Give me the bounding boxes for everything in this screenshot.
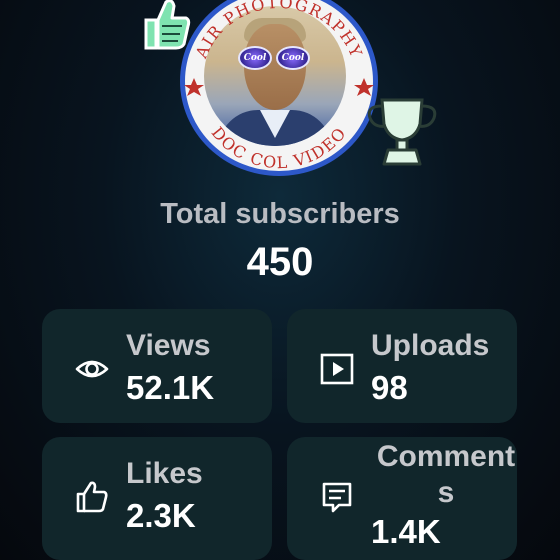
avatar-ring-text: AIR PHOTOGRAPHY DOC COL VIDEO (184, 0, 374, 172)
thumbs-up-icon (76, 481, 108, 513)
likes-card[interactable]: Likes 2.3K (42, 437, 272, 560)
trophy-sticker-icon (367, 98, 437, 166)
uploads-card[interactable]: Uploads 98 (287, 309, 517, 423)
svg-text:DOC COL VIDEO: DOC COL VIDEO (208, 123, 351, 172)
comment-icon (322, 482, 352, 513)
eye-icon (75, 360, 109, 378)
play-icon (320, 353, 354, 385)
comments-value: 1.4K (371, 513, 441, 550)
thumbs-up-sticker-icon (144, 0, 191, 50)
comments-label: Comments (376, 440, 516, 509)
ring-text-top: AIR PHOTOGRAPHY (191, 0, 365, 62)
likes-value: 2.3K (126, 497, 196, 534)
svg-text:AIR PHOTOGRAPHY: AIR PHOTOGRAPHY (191, 0, 366, 62)
channel-avatar: Cool Cool AIR PHOTOGRAPHY DOC COL VIDEO (180, 0, 378, 184)
views-label: Views (126, 329, 211, 362)
views-value: 52.1K (126, 369, 215, 406)
ring-text-bottom: DOC COL VIDEO (208, 123, 349, 172)
total-subscribers-label: Total subscribers (160, 198, 400, 230)
ring-star-left (184, 78, 204, 96)
comments-card[interactable]: Comments 1.4K (287, 437, 517, 560)
uploads-value: 98 (371, 369, 408, 406)
views-card[interactable]: Views 52.1K (42, 309, 272, 423)
total-subscribers-count: 450 (246, 240, 314, 284)
uploads-label: Uploads (371, 329, 490, 362)
likes-label: Likes (126, 457, 203, 490)
